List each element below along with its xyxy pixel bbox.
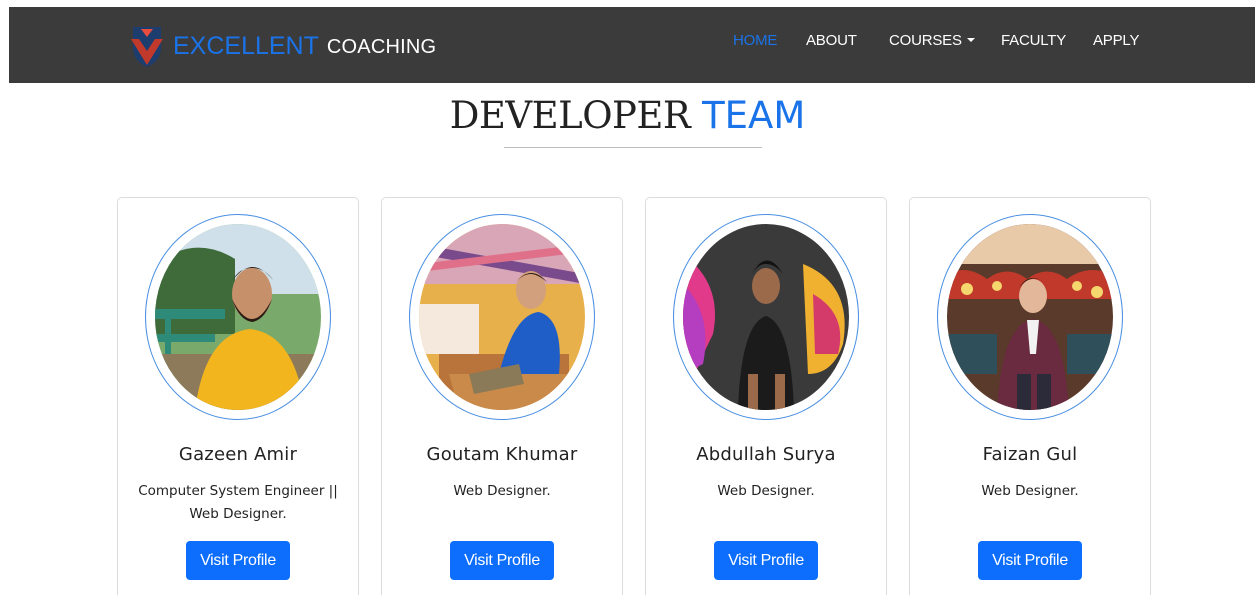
visit-profile-button[interactable]: Visit Profile: [186, 541, 290, 580]
page-title: DEVELOPER TEAM: [0, 93, 1255, 139]
team-card: Gazeen Amir Computer System Engineer || …: [117, 197, 359, 595]
team-card: Faizan Gul Web Designer. Visit Profile: [909, 197, 1151, 595]
nav-faculty[interactable]: FACULTY: [1001, 32, 1066, 49]
nav-courses-label: COURSES: [889, 32, 962, 49]
profile-photo-frame: [673, 214, 859, 420]
page-title-primary: DEVELOPER: [449, 94, 691, 137]
nav-about[interactable]: ABOUT: [806, 32, 857, 49]
member-role: Web Designer.: [981, 483, 1079, 499]
nav-courses-dropdown[interactable]: COURSES: [889, 32, 975, 49]
profile-photo: [683, 224, 849, 410]
member-role: Web Designer.: [717, 483, 815, 499]
member-role: Web Designer.: [453, 483, 551, 499]
main-nav: HOME ABOUT COURSES FACULTY APPLY: [9, 7, 1255, 83]
profile-photo-frame: [409, 214, 595, 420]
member-role: Computer System Engineer || Web Designer…: [138, 483, 338, 522]
profile-photo: [155, 224, 321, 410]
visit-profile-button[interactable]: Visit Profile: [978, 541, 1082, 580]
member-name: Abdullah Surya: [696, 444, 836, 465]
member-name: Faizan Gul: [982, 444, 1078, 465]
title-underline: [504, 147, 762, 148]
nav-apply[interactable]: APPLY: [1093, 32, 1139, 49]
member-name: Goutam Khumar: [426, 444, 578, 465]
top-navbar: EXCELLENT COACHING HOME ABOUT COURSES FA…: [9, 7, 1255, 83]
profile-photo-frame: [937, 214, 1123, 420]
profile-photo: [419, 224, 585, 410]
profile-photo: [947, 224, 1113, 410]
team-card: Abdullah Surya Web Designer. Visit Profi…: [645, 197, 887, 595]
visit-profile-button[interactable]: Visit Profile: [450, 541, 554, 580]
nav-home[interactable]: HOME: [733, 32, 777, 49]
page-title-accent: TEAM: [702, 94, 806, 137]
profile-photo-frame: [145, 214, 331, 420]
team-card: Goutam Khumar Web Designer. Visit Profil…: [381, 197, 623, 595]
visit-profile-button[interactable]: Visit Profile: [714, 541, 818, 580]
caret-down-icon: [966, 38, 975, 42]
member-name: Gazeen Amir: [178, 444, 298, 465]
